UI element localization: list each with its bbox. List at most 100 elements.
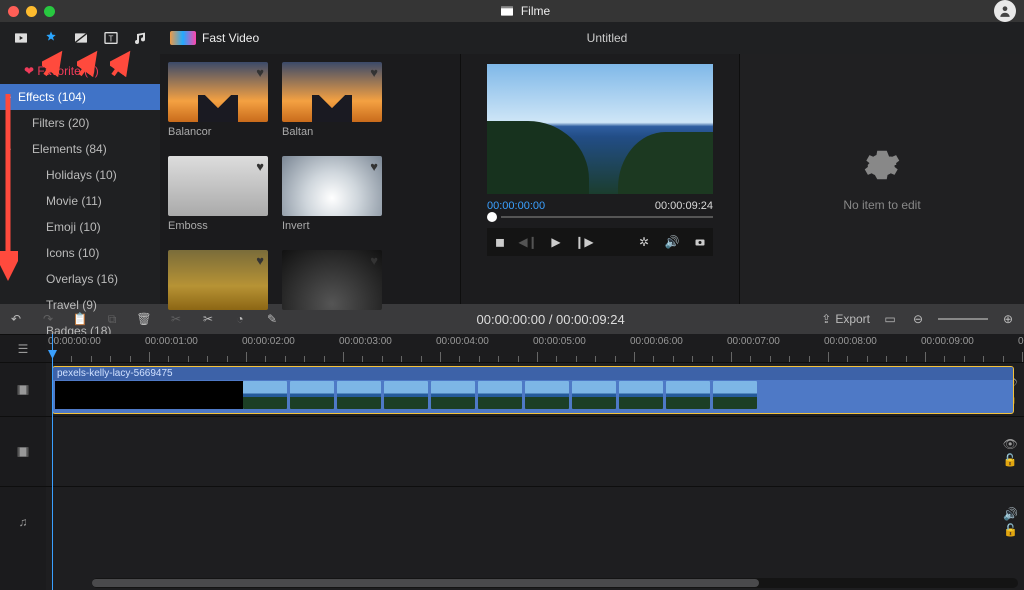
effects-icon (43, 30, 59, 46)
speed-button[interactable]: ◔ (232, 312, 248, 326)
annotation-arrow-sidebar (0, 90, 18, 290)
prev-frame-button[interactable]: ◀❙ (521, 235, 535, 249)
effect-thumb[interactable]: ♥Balancor (168, 62, 270, 150)
preview-controls: ◼ ◀❙ ▶ ❙▶ ✲ 🔊 (487, 228, 713, 256)
heart-icon[interactable]: ♥ (256, 159, 264, 174)
ruler-label: 00:00:08:00 (824, 336, 877, 347)
timeline-hscroll[interactable] (92, 578, 1018, 588)
preview-timecodes: 00:00:00:00 00:00:09:24 (487, 200, 713, 212)
properties-panel: No item to edit (740, 54, 1024, 304)
thumb-label: Invert (282, 220, 384, 232)
user-icon (998, 4, 1012, 18)
timeline-tracks-area[interactable]: 00:00:00:0000:00:01:0000:00:02:0000:00:0… (46, 334, 1024, 590)
sidebar-item-label: Icons (10) (46, 246, 99, 260)
app-title: Filme (55, 3, 994, 19)
sidebar-item[interactable]: Icons (10) (0, 240, 160, 266)
crop-button[interactable]: ✂ (200, 312, 216, 326)
fit-button[interactable]: ▭ (882, 312, 898, 326)
maximize-window[interactable] (44, 6, 55, 17)
preview-panel: 00:00:00:00 00:00:09:24 ◼ ◀❙ ▶ ❙▶ ✲ 🔊 (460, 54, 740, 304)
color-button[interactable]: ✎ (264, 312, 280, 326)
film-icon (15, 382, 31, 398)
effect-thumb[interactable]: ♥ Baltan (282, 62, 384, 150)
sidebar-item-label: Movie (11) (46, 194, 102, 208)
sidebar-item[interactable]: ▾Elements (84) (0, 136, 160, 162)
annotation-arrow-transitions (77, 48, 107, 78)
fast-video-button[interactable]: Fast Video (170, 31, 259, 45)
media-icon (13, 30, 29, 46)
fast-video-icon (170, 31, 196, 45)
preview-settings-button[interactable]: ✲ (637, 235, 651, 249)
ruler-label: 00:00:01:00 (145, 336, 198, 347)
sidebar-item[interactable]: Movie (11) (0, 188, 160, 214)
sidebar-effects[interactable]: ▾Effects (104) (0, 84, 160, 110)
thumb-label: Baltan (282, 126, 384, 138)
svg-text:T: T (109, 34, 114, 43)
sidebar-item[interactable]: Emoji (10) (0, 214, 160, 240)
ruler-label: 00:00:06:00 (630, 336, 683, 347)
close-window[interactable] (8, 6, 19, 17)
annotation-arrow-text (110, 48, 140, 78)
timeline-ruler[interactable]: 00:00:00:0000:00:01:0000:00:02:0000:00:0… (46, 334, 1024, 362)
stop-button[interactable]: ◼ (493, 235, 507, 249)
playhead[interactable] (52, 334, 53, 590)
sidebar-item-label: Holidays (10) (46, 168, 117, 182)
zoom-slider[interactable] (938, 318, 988, 320)
audio-track[interactable] (46, 486, 1024, 556)
sidebar-item-label: Overlays (16) (46, 272, 118, 286)
heart-icon[interactable]: ♥ (370, 253, 378, 268)
app-icon (499, 3, 515, 19)
video-track-1-header[interactable]: 👁🔓 (0, 362, 46, 416)
clip-label: pexels-kelly-lacy-5669475 (53, 367, 1013, 380)
play-button[interactable]: ▶ (549, 235, 563, 249)
copy-button[interactable]: ⧉ (104, 312, 120, 327)
music-icon: ♫ (19, 515, 28, 529)
minimize-window[interactable] (26, 6, 37, 17)
preview-viewport[interactable] (487, 64, 713, 194)
timeline-hscroll-thumb[interactable] (92, 579, 759, 587)
video-clip[interactable]: pexels-kelly-lacy-5669475 (52, 366, 1014, 414)
properties-empty-label: No item to edit (843, 198, 920, 212)
sidebar-item[interactable]: Overlays (16) (0, 266, 160, 292)
video-track-2[interactable] (46, 416, 1024, 486)
music-icon (133, 30, 149, 46)
split-button[interactable]: ✂ (168, 312, 184, 326)
ruler-label: 00:00:02:00 (242, 336, 295, 347)
export-button[interactable]: ⇪ Export (821, 312, 870, 326)
thumb-label: Emboss (168, 220, 270, 232)
heart-icon[interactable]: ♥ (370, 159, 378, 174)
sidebar-item[interactable]: Travel (9) (0, 292, 160, 318)
ruler-label: 00:0 (1018, 336, 1024, 347)
preview-current-time: 00:00:00:00 (487, 200, 545, 212)
text-icon: T (103, 30, 119, 46)
heart-icon[interactable]: ♥ (256, 253, 264, 268)
annotation-arrow-effects (42, 48, 72, 78)
preview-volume-button[interactable]: 🔊 (665, 235, 679, 249)
effect-thumb[interactable]: ♥ Invert (282, 156, 384, 244)
window-controls (8, 6, 55, 17)
redo-button[interactable]: ↷ (40, 312, 56, 326)
ruler-label: 00:00:04:00 (436, 336, 489, 347)
media-tab[interactable] (6, 25, 36, 51)
account-button[interactable] (994, 0, 1016, 22)
sidebar: ❤ Favorite (0) ▾Effects (104) Filters (2… (0, 54, 160, 304)
preview-title: Untitled (480, 22, 734, 54)
next-frame-button[interactable]: ❙▶ (577, 235, 591, 249)
sidebar-item-label: Emoji (10) (46, 220, 101, 234)
heart-icon[interactable]: ♥ (370, 65, 378, 80)
effect-thumb[interactable]: ♥ Emboss (168, 156, 270, 244)
audio-track-header[interactable]: ♫ 🔊🔓 (0, 486, 46, 556)
sidebar-item[interactable]: Filters (20) (0, 110, 160, 136)
video-track-1[interactable]: pexels-kelly-lacy-5669475 (46, 362, 1024, 416)
preview-snapshot-button[interactable] (693, 235, 707, 249)
preview-scrubber[interactable] (487, 212, 713, 222)
heart-icon[interactable]: ♥ (256, 65, 264, 80)
zoom-out-button[interactable]: ⊖ (910, 312, 926, 326)
ruler-label: 00:00:07:00 (727, 336, 780, 347)
video-track-2-header[interactable]: 👁🔓 (0, 416, 46, 486)
track-headers: ☰ 👁🔓 👁🔓 ♫ 🔊🔓 (0, 334, 46, 590)
sidebar-item[interactable]: Holidays (10) (0, 162, 160, 188)
zoom-in-button[interactable]: ⊕ (1000, 312, 1016, 326)
effects-grid: ♥Balancor♥Baltan♥Emboss♥Invert♥♥ (160, 54, 460, 304)
gear-icon (863, 146, 901, 184)
